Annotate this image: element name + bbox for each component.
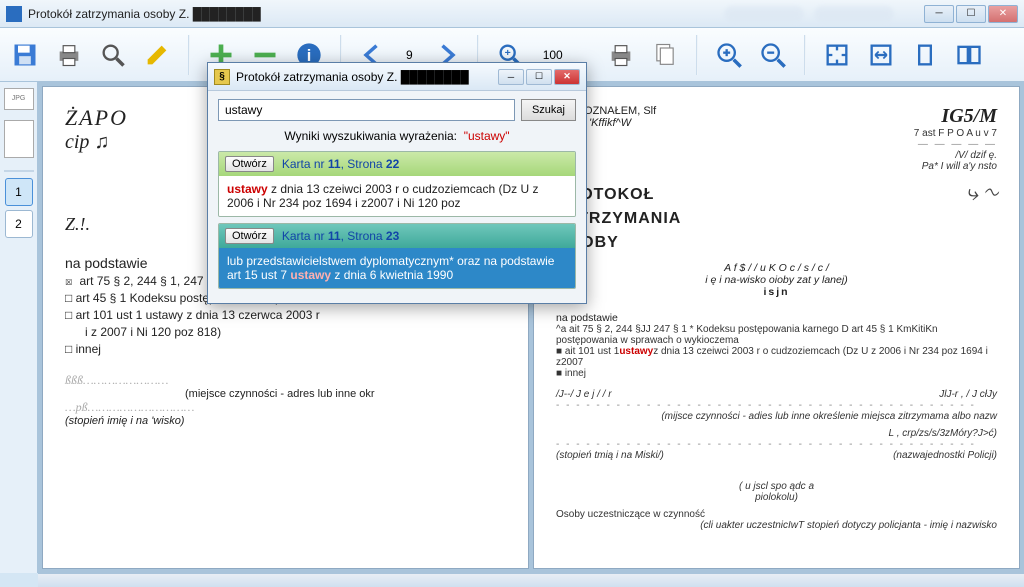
dialog-titlebar[interactable]: § Protokół zatrzymania osoby Z. ████████… — [208, 63, 586, 91]
r-l3: ■ ait 101 ust 1ustawyz dnia 13 czeiwci 2… — [556, 346, 997, 368]
r-signature: ⤷ ∿ — [966, 180, 997, 206]
search-result-2: Otwórz Karta nr 11, Strona 23 lub przeds… — [218, 223, 576, 289]
r-top-right-3: /V/ dzif ę. — [914, 150, 997, 161]
r-l4: ■ innej — [556, 368, 997, 379]
thumb-tab-2[interactable]: 2 — [5, 210, 33, 238]
search-result-1: Otwórz Karta nr 11, Strona 22 ustawy z d… — [218, 151, 576, 217]
dialog-title: Protokół zatrzymania osoby Z. ████████ — [236, 70, 469, 84]
toolbar-separator-5 — [804, 35, 806, 75]
r-block-1: ( u jscl spo ądc a — [556, 481, 997, 492]
fit-page-icon — [823, 41, 851, 69]
toolbar-separator-1 — [188, 35, 190, 75]
toolbar-separator-4 — [696, 35, 698, 75]
r-top-right-1: IG5/M — [914, 105, 997, 128]
printer-icon — [607, 41, 635, 69]
fit-page-button[interactable] — [820, 38, 854, 72]
floppy-icon — [11, 41, 39, 69]
magnifier-icon — [99, 41, 127, 69]
zoom-level: 100 — [537, 48, 569, 62]
search-button[interactable] — [96, 38, 130, 72]
copy-icon — [651, 41, 679, 69]
thumb-tab-1[interactable]: 1 — [5, 178, 33, 206]
r-sub-3: isjn — [556, 286, 997, 298]
window-title: Protokół zatrzymania osoby Z. ████████ — [28, 7, 261, 21]
dialog-icon: § — [214, 69, 230, 85]
r-dot2-r: L , crp/zs/s/3zMóry?J>ć) — [556, 428, 997, 439]
r-bottom-note: (cli uakter uczestnicIwT stopień dotyczy… — [556, 520, 997, 531]
titlebar-blur-1 — [724, 6, 804, 22]
hand-squiggle-2: …pß………………………… — [65, 400, 506, 415]
r-top-right-2: 7 ast F P O A u v 7 — [914, 128, 997, 139]
r-dotnote-1: (mijsce czynności - adies lub inne okreś… — [556, 411, 997, 422]
law-line-5: innej — [65, 342, 506, 356]
two-page-icon — [955, 41, 983, 69]
r-block-2: piolokolu) — [556, 492, 997, 503]
svg-text:+: + — [504, 47, 510, 59]
save-button[interactable] — [8, 38, 42, 72]
r-top-right-dots: — — — — — — [914, 139, 997, 150]
edit-button[interactable] — [140, 38, 174, 72]
maximize-button[interactable]: ☐ — [956, 5, 986, 23]
page-number: 9 — [400, 48, 419, 62]
printer-icon — [55, 41, 83, 69]
open-result-2-button[interactable]: Otwórz — [225, 228, 274, 244]
window-controls: ─ ☐ ✕ — [924, 5, 1018, 23]
r-l1: ^a ait 75 § 2, 244 §JJ 247 § 1 * Kodeksu… — [556, 324, 997, 335]
r-bottom-label: Osoby uczestniczące w czynność — [556, 509, 997, 520]
search-input[interactable] — [218, 99, 515, 121]
single-page-icon — [911, 41, 939, 69]
horizontal-scrollbar[interactable] — [38, 573, 1024, 587]
r-sub-1: A f $ / / u K O c / s / c / — [556, 262, 997, 274]
close-button[interactable]: ✕ — [988, 5, 1018, 23]
law-line-3: art 101 ust 1 ustawy z dnia 13 czerwca 2… — [65, 308, 506, 322]
main-titlebar: Protokół zatrzymania osoby Z. ████████ ─… — [0, 0, 1024, 28]
result-2-link[interactable]: Karta nr 11, Strona 23 — [282, 229, 399, 243]
print-button[interactable] — [52, 38, 86, 72]
r-top-right-4: Pa* I will a'y nsto — [914, 161, 997, 172]
dialog-maximize-button[interactable]: ☐ — [526, 69, 552, 85]
result-2-snippet: lub przedstawicielstwem dyplomatycznym* … — [219, 248, 575, 288]
zoom-out-button[interactable] — [756, 38, 790, 72]
copy-button[interactable] — [648, 38, 682, 72]
fit-width-button[interactable] — [864, 38, 898, 72]
zoom-in-icon — [715, 41, 743, 69]
search-submit-button[interactable]: Szukaj — [521, 99, 576, 121]
minimize-button[interactable]: ─ — [924, 5, 954, 23]
result-1-link[interactable]: Karta nr 11, Strona 22 — [282, 157, 399, 171]
results-label: Wyniki wyszukiwania wyrażenia: "ustawy" — [218, 129, 576, 143]
open-result-1-button[interactable]: Otwórz — [225, 156, 274, 172]
r-dot1-r: JlJ-r , / J cłJy — [939, 389, 997, 400]
footnote-2: (stopień imię i na 'wisko) — [65, 415, 506, 427]
hand-squiggle-1: ßßß…………………… — [65, 373, 506, 388]
pencil-icon — [143, 41, 171, 69]
r-l2: postępowania w sprawach o wykioczema — [556, 335, 997, 346]
thumb-preview-jpg[interactable]: JPG — [4, 88, 34, 110]
r-dotsep-1: - - - - - - - - - - - - - - - - - - - - … — [556, 400, 997, 411]
law-line-4: i z 2007 i Ni 120 poz 818) — [65, 325, 506, 339]
result-1-snippet: ustawy z dnia 13 czeiwci 2003 r o cudzoz… — [219, 176, 575, 216]
sidebar-thumbs: JPG 1 2 — [0, 82, 38, 573]
footnote-1: (miejsce czynności - adres lub inne okr — [65, 388, 506, 400]
two-page-button[interactable] — [952, 38, 986, 72]
search-dialog: § Protokół zatrzymania osoby Z. ████████… — [207, 62, 587, 304]
zoom-in-button[interactable] — [712, 38, 746, 72]
thumbs-separator — [4, 170, 34, 172]
print-page-button[interactable] — [604, 38, 638, 72]
thumb-preview-doc[interactable] — [4, 120, 34, 158]
r-dot1-l: /J--/ J e j / / r — [556, 389, 612, 400]
r-dotsep-2: - - - - - - - - - - - - - - - - - - - - … — [556, 439, 997, 450]
fit-width-icon — [867, 41, 895, 69]
r-dotnote-2l: (stopień tmią i na Miski/) — [556, 450, 664, 461]
page-right[interactable]: ■ZAPOZNAŁEM, Slf C*mO 'Kffikf^W IG5/M 7 … — [533, 86, 1020, 569]
titlebar-blur-2 — [814, 6, 894, 22]
zoom-out-icon — [759, 41, 787, 69]
r-dotnote-2r: (nazwajednostki Policji) — [893, 450, 997, 461]
r-sec-label: na podstawie — [556, 312, 997, 324]
app-icon — [6, 6, 22, 22]
dialog-close-button[interactable]: ✕ — [554, 69, 580, 85]
dialog-minimize-button[interactable]: ─ — [498, 69, 524, 85]
single-page-button[interactable] — [908, 38, 942, 72]
r-sub-2: i ę i na-wisko oioby zat y lanej) — [556, 274, 997, 286]
